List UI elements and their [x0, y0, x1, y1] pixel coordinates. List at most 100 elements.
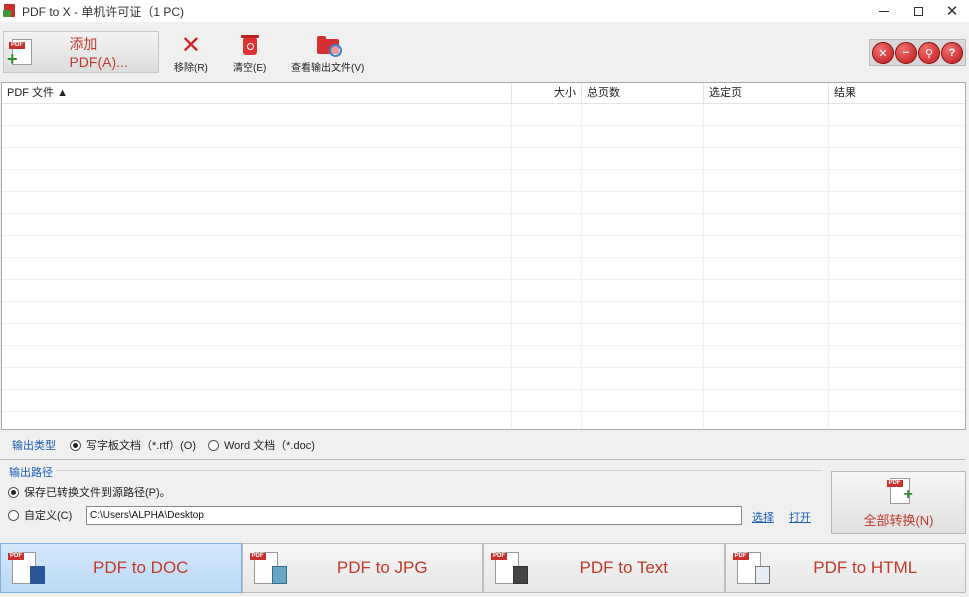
close-icon: ✕ — [878, 47, 888, 60]
table-row — [2, 280, 965, 302]
output-path-group: 输出路径 保存已转换文件到源路径(P)。 自定义(C) 选择 打开 — [0, 461, 826, 537]
table-cell — [704, 280, 829, 301]
table-cell — [582, 258, 704, 279]
output-type-label: 输出类型 — [12, 440, 56, 452]
maximize-button[interactable] — [901, 0, 935, 22]
table-cell — [582, 390, 704, 411]
column-header-size[interactable]: 大小 — [512, 83, 582, 104]
open-folder-link[interactable]: 打开 — [789, 509, 811, 525]
view-output-button[interactable]: 查看输出文件(V) — [291, 35, 364, 74]
add-pdf-button[interactable]: PDF + 添加 PDF(A)... — [3, 31, 159, 73]
table-row — [2, 170, 965, 192]
table-cell — [2, 346, 512, 367]
view-output-label: 查看输出文件(V) — [291, 63, 365, 74]
add-pdf-icon: PDF + — [6, 37, 35, 69]
settings-button[interactable]: ⚲ — [918, 42, 940, 64]
file-list[interactable]: PDF 文件 ▲ 大小 总页数 选定页 结果 — [1, 82, 966, 430]
clear-button[interactable]: 清空(E) — [233, 34, 266, 74]
table-cell — [2, 148, 512, 169]
column-header-selected-pages[interactable]: 选定页 — [704, 83, 829, 104]
table-cell — [829, 258, 965, 279]
table-row — [2, 104, 965, 126]
column-header-result[interactable]: 结果 — [829, 83, 965, 104]
group-divider — [56, 470, 822, 471]
table-cell — [2, 236, 512, 257]
table-cell — [582, 346, 704, 367]
conversion-tabs: PDF PDF to DOC PDF PDF to JPG PDF PDF to… — [0, 543, 966, 593]
table-cell — [512, 368, 582, 389]
help-button[interactable]: ? — [941, 42, 963, 64]
table-cell — [582, 192, 704, 213]
table-cell — [2, 214, 512, 235]
table-cell — [512, 412, 582, 429]
radio-icon — [8, 486, 19, 498]
minimize-app-button[interactable]: − — [895, 42, 917, 64]
table-cell — [582, 104, 704, 125]
custom-path-radio[interactable]: 自定义(C) — [8, 507, 72, 523]
output-type-doc-radio[interactable]: Word 文档（*.doc) — [208, 437, 315, 453]
tab-pdf-to-jpg[interactable]: PDF PDF to JPG — [241, 543, 483, 593]
search-icon: ⚲ — [924, 47, 934, 60]
table-cell — [2, 192, 512, 213]
help-icon: ? — [948, 47, 956, 59]
table-cell — [582, 126, 704, 147]
tab-pdf-to-doc[interactable]: PDF PDF to DOC — [0, 543, 242, 593]
window-title: PDF to X - 单机许可证（1 PC) — [22, 4, 185, 19]
toolbar: PDF + 添加 PDF(A)... ✕ 移除(R) 清空(E) 查看输出文件(… — [0, 22, 969, 80]
table-cell — [704, 302, 829, 323]
table-cell — [704, 236, 829, 257]
rtf-option-label: 写字板文档（*.rtf）(O) — [86, 440, 196, 452]
remove-button[interactable]: ✕ 移除(R) — [174, 34, 208, 75]
table-cell — [2, 368, 512, 389]
doc-option-label: Word 文档（*.doc) — [224, 440, 315, 452]
table-cell — [2, 412, 512, 429]
minimize-icon — [879, 10, 889, 12]
table-cell — [829, 214, 965, 235]
table-cell — [2, 302, 512, 323]
tab-pdf-to-doc-label: PDF to DOC — [93, 558, 189, 577]
table-cell — [704, 148, 829, 169]
radio-icon — [70, 439, 81, 451]
close-window-button[interactable]: ✕ — [935, 0, 969, 22]
tab-pdf-to-text-label: PDF to Text — [579, 558, 669, 577]
output-type-rtf-radio[interactable]: 写字板文档（*.rtf）(O) — [70, 437, 196, 453]
tab-pdf-to-html[interactable]: PDF PDF to HTML — [724, 543, 966, 593]
remove-label: 移除(R) — [174, 63, 208, 74]
browse-link[interactable]: 选择 — [752, 509, 774, 525]
folder-search-icon — [316, 35, 342, 57]
table-cell — [2, 280, 512, 301]
file-list-body — [2, 104, 965, 429]
column-header-total-pages[interactable]: 总页数 — [582, 83, 704, 104]
table-cell — [512, 390, 582, 411]
table-row — [2, 324, 965, 346]
custom-path-input[interactable] — [86, 506, 742, 525]
table-row — [2, 214, 965, 236]
save-to-source-radio[interactable]: 保存已转换文件到源路径(P)。 — [8, 484, 171, 500]
table-cell — [704, 390, 829, 411]
table-cell — [2, 390, 512, 411]
exit-button[interactable]: ✕ — [872, 42, 894, 64]
table-row — [2, 302, 965, 324]
radio-icon — [8, 509, 19, 521]
table-row — [2, 126, 965, 148]
save-to-source-label: 保存已转换文件到源路径(P)。 — [24, 487, 171, 499]
table-cell — [2, 104, 512, 125]
table-cell — [582, 324, 704, 345]
convert-all-button[interactable]: PDF + 全部转换(N) — [831, 471, 966, 534]
table-cell — [2, 126, 512, 147]
column-header-pdf-file[interactable]: PDF 文件 ▲ — [2, 83, 512, 104]
trash-icon — [240, 34, 259, 55]
output-path-label: 输出路径 — [9, 467, 53, 479]
radio-icon — [208, 439, 219, 451]
tab-pdf-to-text[interactable]: PDF PDF to Text — [483, 543, 725, 593]
table-cell — [829, 104, 965, 125]
minimize-button[interactable] — [867, 0, 901, 22]
table-cell — [512, 192, 582, 213]
table-cell — [704, 104, 829, 125]
app-icon — [3, 4, 17, 18]
table-cell — [829, 148, 965, 169]
table-cell — [512, 104, 582, 125]
table-cell — [512, 280, 582, 301]
table-row — [2, 148, 965, 170]
add-pdf-label: 添加 PDF(A)... — [69, 36, 128, 70]
